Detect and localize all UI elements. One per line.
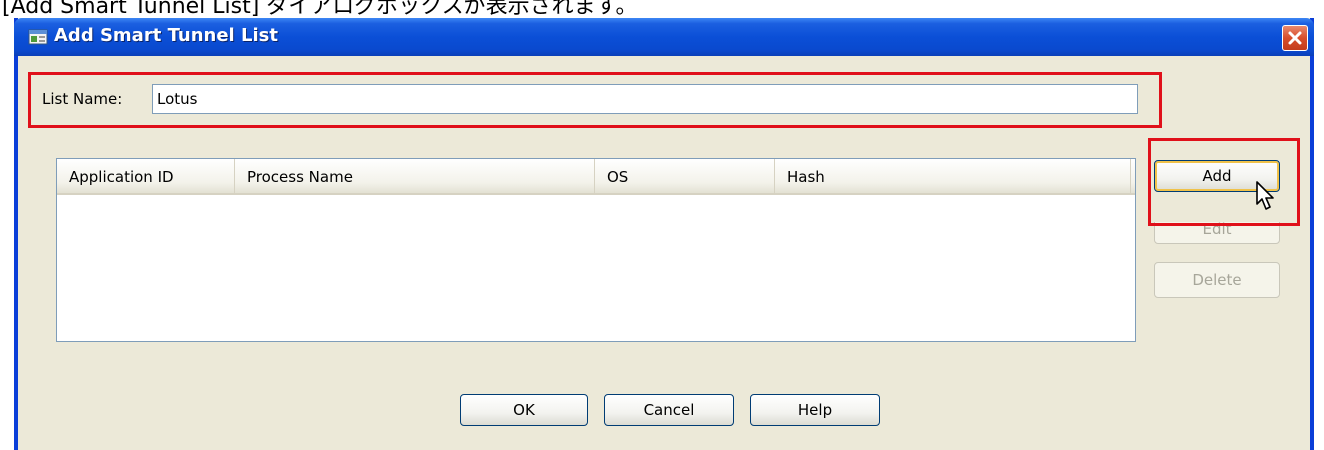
application-table[interactable]: Application ID Process Name OS Hash xyxy=(56,158,1136,342)
column-header-hash[interactable]: Hash xyxy=(775,159,1131,193)
list-name-input[interactable]: Lotus xyxy=(152,84,1138,114)
cancel-button[interactable]: Cancel xyxy=(604,394,734,426)
title-bar[interactable]: Add Smart Tunnel List xyxy=(14,18,1314,56)
help-button[interactable]: Help xyxy=(750,394,880,426)
page: [Add Smart Tunnel List] ダイアログボックスが表示されます… xyxy=(0,0,1324,450)
dialog-title: Add Smart Tunnel List xyxy=(54,25,278,46)
close-icon xyxy=(1288,31,1302,45)
list-name-label: List Name: xyxy=(42,90,123,108)
dialog-window: Add Smart Tunnel List List Name: Lotus A… xyxy=(14,18,1314,450)
caption-text: [Add Smart Tunnel List] ダイアログボックスが表示されます… xyxy=(2,0,638,19)
delete-button[interactable]: Delete xyxy=(1154,262,1280,298)
app-window-icon xyxy=(28,27,48,47)
close-button[interactable] xyxy=(1282,25,1308,51)
table-header: Application ID Process Name OS Hash xyxy=(57,159,1135,195)
column-header-os[interactable]: OS xyxy=(595,159,775,193)
column-header-process-name[interactable]: Process Name xyxy=(235,159,595,193)
mouse-pointer-icon xyxy=(1255,180,1277,216)
ok-button[interactable]: OK xyxy=(460,394,588,426)
column-header-application-id[interactable]: Application ID xyxy=(57,159,235,193)
add-button-highlight xyxy=(1148,138,1300,226)
